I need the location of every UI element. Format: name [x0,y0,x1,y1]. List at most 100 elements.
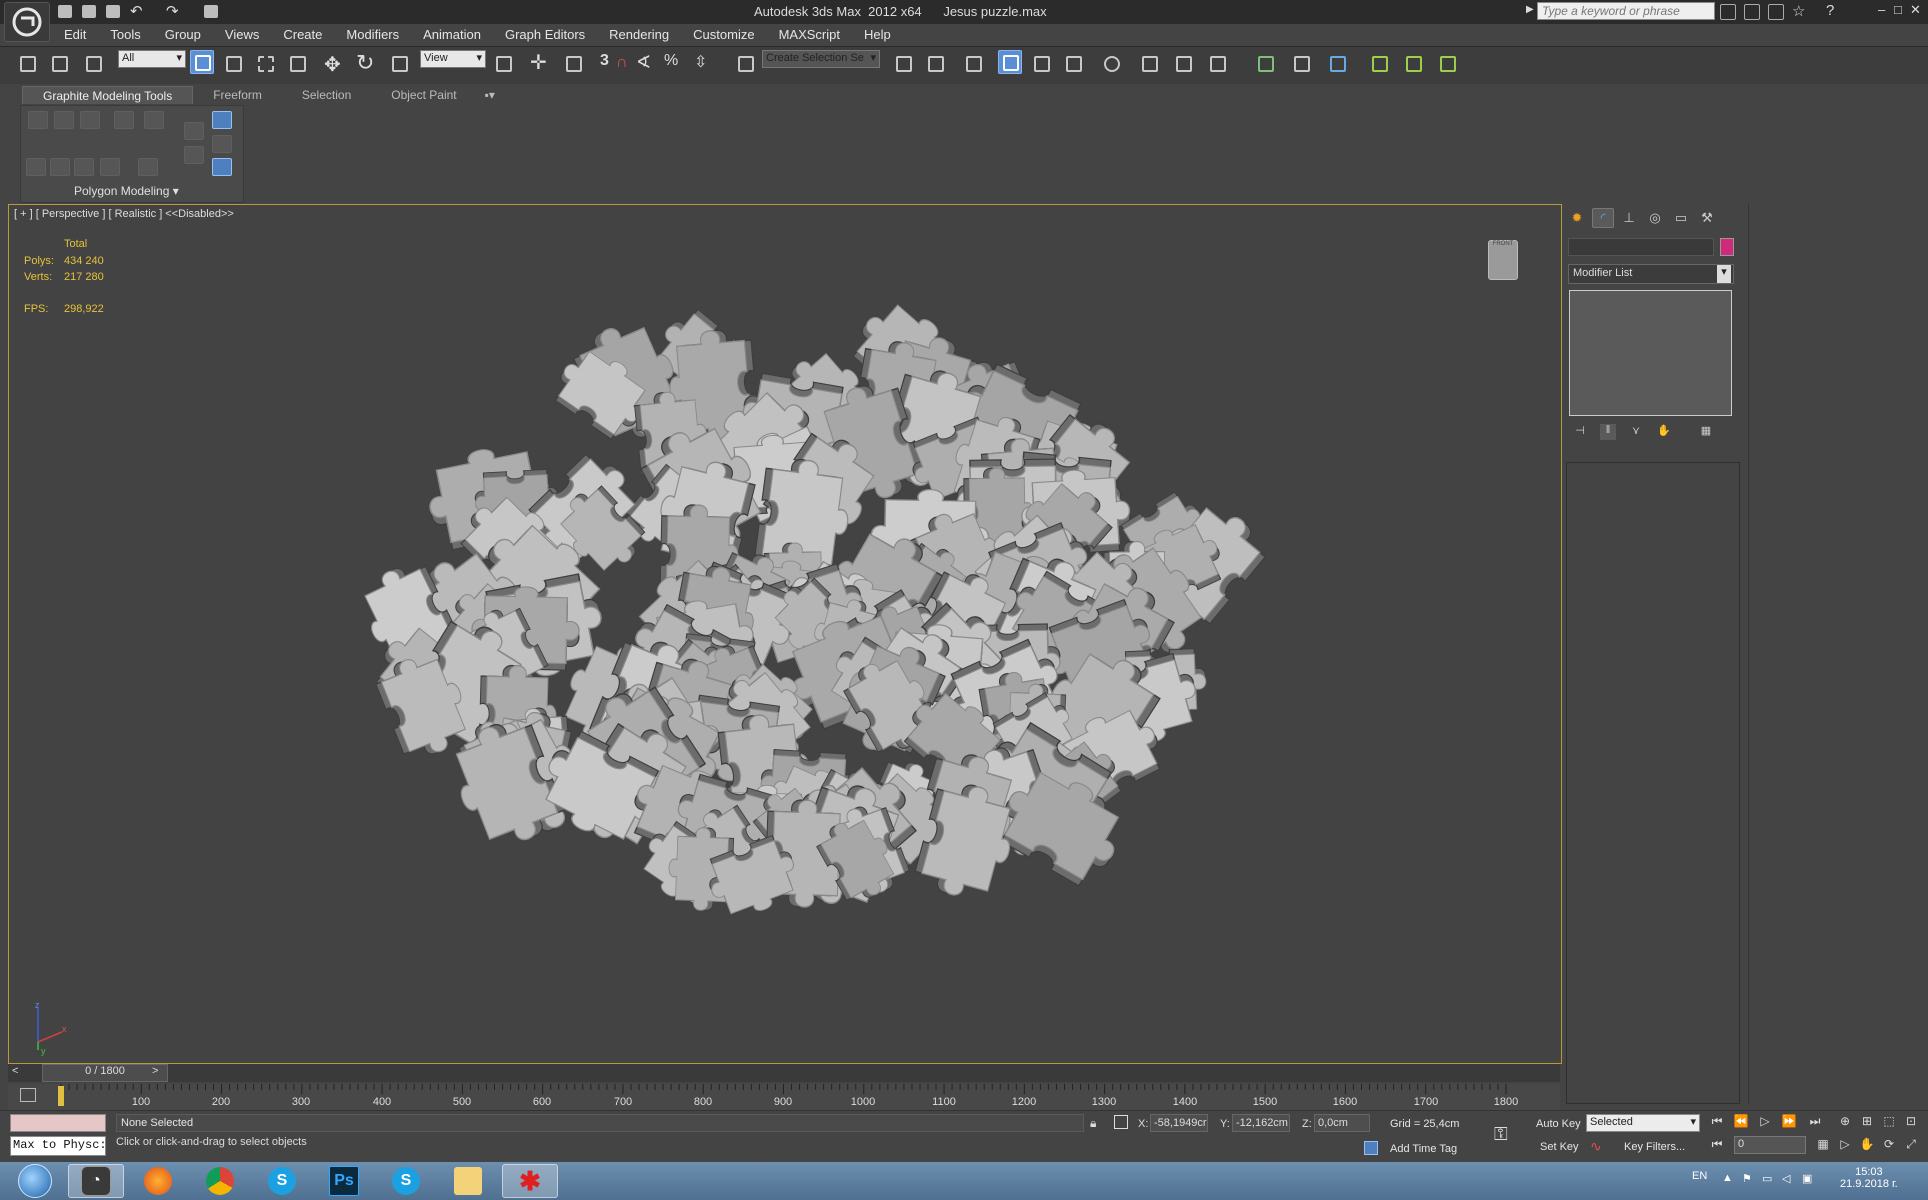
taskbar-explorer[interactable] [440,1164,496,1198]
previous-modifier-icon[interactable] [184,122,204,140]
extra-tool-5-icon[interactable] [1402,52,1426,76]
graphite-toggle-icon[interactable] [998,50,1022,74]
modify-icon[interactable]: ◜ [1592,208,1614,228]
go-to-start-icon[interactable]: ⏮ [1708,1114,1726,1132]
menu-customize[interactable]: Customize [681,24,766,46]
extra-tool-3-icon[interactable] [1326,52,1350,76]
menu-animation[interactable]: Animation [411,24,493,46]
border-mode-icon[interactable] [80,111,100,129]
search-input[interactable]: Type a keyword or phrase [1537,2,1715,20]
perspective-viewport[interactable] [8,204,1562,1064]
percent-snap-icon[interactable]: % [664,52,678,70]
tray-expand-icon[interactable]: ▲ [1722,1172,1733,1184]
select-by-name-icon[interactable] [222,52,246,76]
menu-modifiers[interactable]: Modifiers [334,24,411,46]
tab-freeform[interactable]: Freeform [193,86,282,104]
taskbar-skype[interactable]: S [254,1164,310,1198]
show-end-result-icon[interactable]: ‖ [1600,424,1616,440]
selection-lock-icon[interactable]: 🔒︎ [1090,1116,1096,1131]
pan-view-icon[interactable]: ✋ [1858,1137,1876,1155]
zoom-extents-all-icon[interactable]: ⊡ [1902,1114,1920,1132]
render-setup-icon[interactable] [1138,52,1162,76]
polygon-modeling-dropdown[interactable]: Polygon Modeling ▾ [74,184,179,198]
object-color-swatch[interactable] [1720,238,1734,256]
select-and-link-icon[interactable] [16,52,40,76]
motion-icon[interactable]: ◎ [1644,208,1666,228]
menu-views[interactable]: Views [213,24,271,46]
menu-graph-editors[interactable]: Graph Editors [493,24,597,46]
network-icon[interactable]: ▭ [1762,1172,1772,1185]
select-and-scale-icon[interactable] [388,52,412,76]
remove-modifier-icon[interactable]: ✋ [1656,424,1672,440]
set-key-key-icon[interactable]: ⚿ [1494,1124,1508,1145]
time-slider[interactable] [8,1064,1560,1082]
volume-icon[interactable]: ◁ [1782,1172,1790,1185]
taskbar-photoshop[interactable]: Ps [316,1164,372,1198]
modifier-stack[interactable] [1569,290,1732,416]
x-coordinate-field[interactable]: -58,1949cr [1150,1114,1208,1132]
next-frame-button[interactable]: > [152,1065,158,1077]
go-to-end-icon[interactable]: ⏭ [1806,1114,1824,1132]
curve-editor-icon[interactable] [1030,52,1054,76]
angle-snap-icon[interactable]: ∢ [636,52,651,73]
set-key-button[interactable]: Set Key [1540,1141,1579,1153]
rendered-frame-window-icon[interactable] [1172,52,1196,76]
communication-icon[interactable] [1768,4,1784,20]
menu-edit[interactable]: Edit [52,24,98,46]
open-mini-curve-editor-icon[interactable] [20,1088,36,1102]
maximize-viewport-icon[interactable]: ⤢ [1902,1137,1920,1155]
tab-object-paint[interactable]: Object Paint [371,86,476,104]
restore-button[interactable]: □ [1894,2,1902,17]
layer-manager-icon[interactable] [962,52,986,76]
pin-stack-icon[interactable] [212,135,232,153]
favorites-star-icon[interactable]: ☆ [1792,2,1805,20]
mirror-icon[interactable] [892,52,916,76]
hierarchy-icon[interactable]: ⊥ [1618,208,1640,228]
edit-named-selection-icon[interactable] [734,52,758,76]
display-icon[interactable]: ▭ [1670,208,1692,228]
prev-frame-button[interactable]: < [12,1065,18,1077]
vertex-mode-icon[interactable] [28,111,48,129]
menu-rendering[interactable]: Rendering [597,24,681,46]
next-modifier-icon[interactable] [184,146,204,164]
tab-graphite-modeling-tools[interactable]: Graphite Modeling Tools [22,86,194,104]
zoom-all-icon[interactable]: ⊞ [1858,1114,1876,1132]
menu-maxscript[interactable]: MAXScript [767,24,852,46]
use-pivot-center-icon[interactable] [492,52,516,76]
maxscript-listener-output[interactable] [10,1114,106,1132]
y-coordinate-field[interactable]: -12,162cm [1232,1114,1290,1132]
play-icon[interactable]: ▷ [1756,1114,1774,1132]
language-indicator[interactable]: EN [1692,1170,1707,1182]
auto-key-button[interactable]: Auto Key [1536,1118,1581,1130]
configure-modifier-sets-icon[interactable]: ▦ [1698,424,1714,440]
select-object-icon[interactable] [190,50,214,74]
extra-tool-2-icon[interactable] [1290,52,1314,76]
create-icon[interactable]: ✹ [1566,208,1588,228]
save-file-icon[interactable] [106,5,120,18]
taskbar-app[interactable]: ✱ [502,1164,558,1198]
rectangular-selection-icon[interactable] [254,52,278,76]
unlink-selection-icon[interactable] [48,52,72,76]
zoom-extents-icon[interactable]: ⬚ [1880,1114,1898,1132]
tray-app-icon[interactable]: ▣ [1802,1172,1812,1185]
element-mode-icon[interactable] [144,111,164,129]
time-slider-handle[interactable]: 0 / 1800 [42,1064,168,1082]
menu-tools[interactable]: Tools [98,24,152,46]
collapse-stack-icon[interactable] [138,158,158,176]
time-configuration-icon[interactable]: ▦ [1814,1137,1832,1155]
zoom-icon[interactable]: ⊕ [1836,1114,1854,1132]
select-and-manipulate-icon[interactable]: ✛ [530,50,547,75]
next-key-icon[interactable]: ⏩ [1780,1114,1798,1132]
action-center-flag-icon[interactable]: ⚑ [1742,1172,1752,1185]
start-button[interactable] [12,1162,58,1200]
named-selection-dropdown[interactable]: Create Selection Se [762,50,880,68]
object-name-field[interactable] [1568,238,1714,256]
close-button[interactable]: ✕ [1910,2,1921,18]
menu-create[interactable]: Create [271,24,334,46]
render-production-icon[interactable] [1206,52,1230,76]
modify-mode-icon[interactable] [26,158,46,176]
taskbar-firefox[interactable] [130,1164,186,1198]
redo-icon[interactable]: ↷ [166,2,179,20]
project-folder-icon[interactable] [204,5,218,18]
previous-key-icon[interactable]: ⏪ [1732,1114,1750,1132]
